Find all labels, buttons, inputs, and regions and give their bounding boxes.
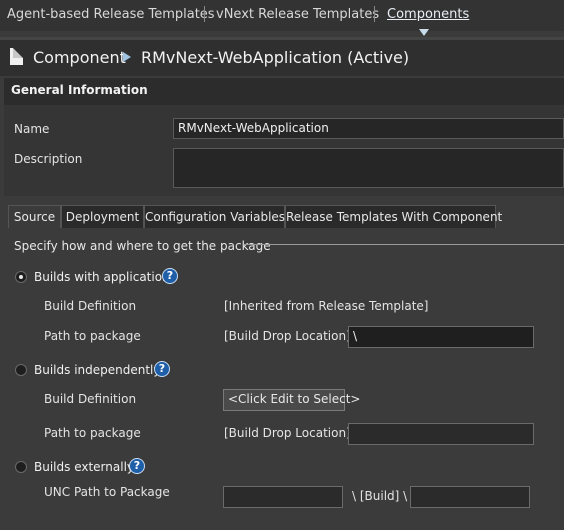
build-path-input[interactable]: [410, 486, 530, 508]
unc-path-label: UNC Path to Package: [44, 485, 170, 499]
tab-release-templates-with-component[interactable]: Release Templates With Component: [285, 205, 502, 228]
description-field[interactable]: [173, 148, 564, 188]
build-definition-label: Build Definition: [44, 299, 137, 313]
tab-configuration-variables-label: Configuration Variables: [145, 210, 286, 224]
tab-configuration-variables[interactable]: Configuration Variables: [144, 205, 285, 228]
path-to-package-label: Path to package: [44, 426, 141, 440]
document-icon: [10, 48, 23, 65]
builds-externally-label[interactable]: Builds externally: [34, 460, 134, 474]
nav-tab-vnext-release-templates[interactable]: vNext Release Templates: [216, 7, 379, 22]
help-icon[interactable]: ?: [154, 361, 170, 377]
triangle-down-icon: [419, 29, 429, 36]
build-separator-label: \ [Build] \: [352, 489, 408, 503]
page-title: RMvNext-WebApplication (Active): [141, 48, 410, 67]
tab-strip: Source Deployment Configuration Variable…: [4, 205, 564, 228]
top-nav: Agent-based Release Templates vNext Rele…: [0, 0, 564, 31]
builds-with-application-radio[interactable]: [15, 271, 27, 283]
build-drop-location-label: [Build Drop Location] \: [224, 329, 359, 343]
arrow-right-icon: [123, 52, 131, 62]
nav-separator: [204, 6, 205, 22]
nav-tab-components[interactable]: Components: [387, 7, 469, 22]
general-information-title: General Information: [11, 83, 148, 97]
select-build-definition-button[interactable]: <Click Edit to Select>: [223, 389, 360, 411]
path-to-package-label: Path to package: [44, 329, 141, 343]
description-label: Description: [14, 152, 83, 166]
builds-independently-label[interactable]: Builds independently: [34, 363, 160, 377]
source-intro: Specify how and where to get the package: [14, 239, 271, 253]
builds-independently-radio[interactable]: [15, 364, 27, 376]
build-definition-value: [Inherited from Release Template]: [224, 299, 429, 313]
nav-tab-agent-based-release-templates[interactable]: Agent-based Release Templates: [7, 7, 215, 22]
nav-separator: [374, 6, 375, 22]
tab-deployment-label: Deployment: [65, 210, 140, 224]
path-to-package-input[interactable]: \: [348, 326, 534, 348]
tab-source[interactable]: Source: [8, 205, 61, 228]
build-drop-location-label: [Build Drop Location] \: [224, 426, 359, 440]
help-icon[interactable]: ?: [162, 268, 178, 284]
breadcrumb-component[interactable]: Component: [33, 48, 126, 67]
section-divider: [244, 244, 564, 245]
path-to-package-input[interactable]: [348, 423, 534, 445]
tab-deployment[interactable]: Deployment: [61, 205, 144, 228]
unc-path-input[interactable]: [223, 486, 343, 508]
tab-source-label: Source: [13, 210, 56, 224]
tab-release-templates-with-component-label: Release Templates With Component: [286, 210, 503, 224]
help-icon[interactable]: ?: [129, 458, 145, 474]
page-header: Component RMvNext-WebApplication (Active…: [0, 40, 564, 76]
name-field[interactable]: RMvNext-WebApplication: [173, 118, 564, 139]
builds-with-application-label[interactable]: Builds with application: [34, 270, 170, 284]
name-label: Name: [14, 122, 50, 136]
builds-externally-radio[interactable]: [15, 461, 27, 473]
general-information-header: General Information: [4, 78, 564, 105]
build-definition-label: Build Definition: [44, 392, 137, 406]
general-information-panel: General Information Name RMvNext-WebAppl…: [4, 78, 564, 196]
